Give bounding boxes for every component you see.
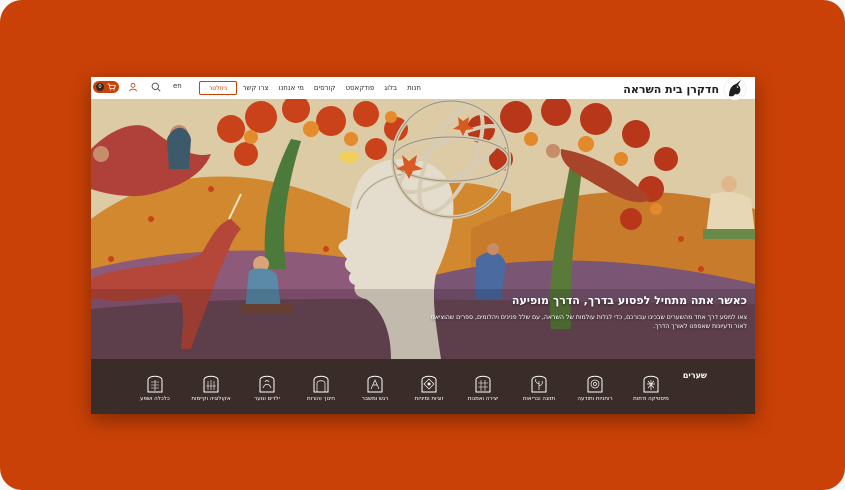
gate-arch-icon [313,375,329,393]
gate-label: כלכלה ושפע [140,396,170,402]
hero-text-block: כאשר אתה מתחיל לפסוע בדרך, הדרך מופיעה צ… [417,294,747,331]
main-nav: חנות בלוג פודקאסט קורסים מי אנחנו צרו קש… [242,77,421,99]
gate-emotion[interactable]: רגש ומשבר [347,371,403,411]
cart-count: 0 [96,83,104,91]
gate-label: חינוך והורות [306,396,336,402]
gate-label: תזונה ובריאות [522,396,556,402]
gate-arch-icon [421,375,437,393]
gate-arch-icon [643,375,659,393]
gate-ecology[interactable]: אקולוגיה וקיימות [183,371,239,411]
gate-label: רגש ומשבר [361,396,389,402]
gate-arch-icon [203,375,219,393]
nav-item-about[interactable]: מי אנחנו [279,84,304,92]
nav-item-shop[interactable]: חנות [407,84,421,92]
gate-label: מיסטיקה ודתות [633,396,669,402]
hero-title: כאשר אתה מתחיל לפסוע בדרך, הדרך מופיעה [511,294,747,307]
gates-title: שערים [682,371,707,380]
site-header: חדקרן בית השראה חנות בלוג פודקאסט קורסים… [91,77,755,101]
gate-arch-icon [587,375,603,393]
gate-arch-icon [259,375,275,393]
gate-arch-icon [475,375,491,393]
gate-mysticism[interactable]: מיסטיקה ודתות [623,371,679,411]
gate-relationships[interactable]: זוגיות ומיניות [401,371,457,411]
gate-arch-icon [367,375,383,393]
unicorn-logo-icon [723,77,747,101]
background-frame: חדקרן בית השראה חנות בלוג פודקאסט קורסים… [0,0,845,490]
gate-economy[interactable]: כלכלה ושפע [127,371,183,411]
language-switch[interactable]: en [173,82,182,90]
gate-kids[interactable]: ילדים ונוער [239,371,295,411]
website-window: חדקרן בית השראה חנות בלוג פודקאסט קורסים… [91,77,755,414]
gate-label: אקולוגיה וקיימות [191,396,231,402]
site-logo[interactable]: חדקרן בית השראה [623,77,747,101]
gate-arch-icon [147,375,163,393]
gate-parenting[interactable]: חינוך והורות [293,371,349,411]
cart-icon [107,83,116,91]
nav-item-courses[interactable]: קורסים [314,84,336,92]
hero-description: צאו למסע דרך אחד מהשערים שבכינו עבורכם, … [430,314,747,330]
gate-nutrition[interactable]: תזונה ובריאות [511,371,567,411]
nav-item-blog[interactable]: בלוג [384,84,397,92]
gate-spirituality[interactable]: רוחניות ותודעה [567,371,623,411]
gate-label: זוגיות ומיניות [414,396,444,402]
gate-label: ילדים ונוער [254,396,280,402]
nav-item-contact[interactable]: צרו קשר [242,84,268,92]
gates-bar: שערים מיסטיקה ודתות רוחניות ותודעה תזונה… [91,359,755,414]
nav-item-podcast[interactable]: פודקאסט [345,84,374,92]
gate-label: יצירה ואמנות [467,396,499,402]
search-icon[interactable] [151,82,161,92]
gate-arch-icon [531,375,547,393]
user-icon[interactable] [128,82,138,92]
gate-label: רוחניות ותודעה [577,396,613,402]
logo-text: חדקרן בית השראה [623,82,719,96]
newsletter-button[interactable]: ניוזלטר [199,81,237,95]
cart-button[interactable]: 0 [93,81,119,93]
gate-art[interactable]: יצירה ואמנות [455,371,511,411]
